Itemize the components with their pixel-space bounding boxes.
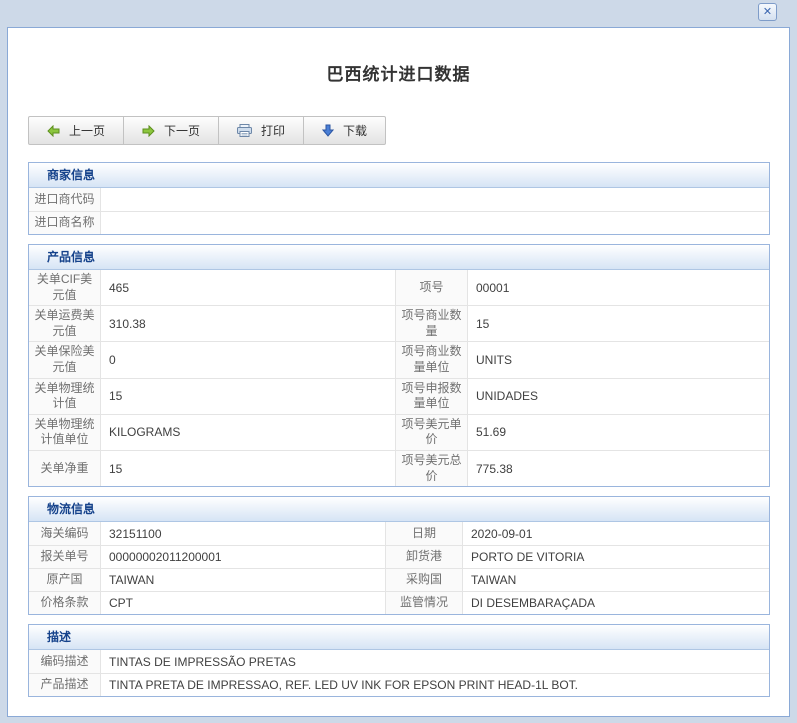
field-value-importer-name [101, 212, 769, 234]
field-value-price-terms: CPT [101, 592, 386, 614]
field-value-hs-code: 32151100 [101, 522, 386, 545]
field-value-discharge-port: PORTO DE VITORIA [463, 546, 769, 568]
table-row: 关单CIF美元值 465 项号 00001 [29, 270, 769, 305]
table-row: 原产国 TAIWAN 采购国 TAIWAN [29, 568, 769, 591]
field-value-freight-usd: 310.38 [101, 306, 396, 341]
section-merchant-info: 商家信息 进口商代码 进口商名称 [28, 162, 770, 235]
table-row: 海关编码 32151100 日期 2020-09-01 [29, 522, 769, 545]
next-page-label: 下一页 [164, 122, 200, 139]
field-label-regulatory-status: 监管情况 [386, 592, 463, 614]
field-value-date: 2020-09-01 [463, 522, 769, 545]
field-value-code-description: TINTAS DE IMPRESSÃO PRETAS [101, 650, 769, 673]
field-value-commercial-qty-unit: UNITS [468, 342, 769, 377]
field-label-purchase-country: 采购国 [386, 569, 463, 591]
field-value-purchase-country: TAIWAN [463, 569, 769, 591]
field-value-insurance-usd: 0 [101, 342, 396, 377]
section-product-info: 产品信息 关单CIF美元值 465 项号 00001 关单运费美元值 310.3… [28, 244, 770, 487]
field-label-net-weight: 关单净重 [29, 451, 101, 486]
prev-page-label: 上一页 [69, 122, 105, 139]
field-value-net-weight: 15 [101, 451, 396, 486]
close-icon: ✕ [763, 7, 772, 18]
field-label-usd-unit-price: 项号美元单价 [396, 415, 468, 450]
print-label: 打印 [261, 122, 285, 139]
table-row: 进口商名称 [29, 211, 769, 234]
field-label-item-no: 项号 [396, 270, 468, 305]
field-value-declaration-no: 00000002011200001 [101, 546, 386, 568]
field-label-commercial-qty: 项号商业数量 [396, 306, 468, 341]
field-label-freight-usd: 关单运费美元值 [29, 306, 101, 341]
prev-page-button[interactable]: 上一页 [29, 117, 124, 144]
arrow-left-green-icon [47, 125, 60, 137]
close-button[interactable]: ✕ [758, 3, 777, 21]
table-row: 进口商代码 [29, 188, 769, 211]
field-label-importer-code: 进口商代码 [29, 188, 101, 211]
field-label-declaration-no: 报关单号 [29, 546, 101, 568]
toolbar: 上一页 下一页 打印 下载 [28, 116, 386, 145]
table-row: 关单运费美元值 310.38 项号商业数量 15 [29, 305, 769, 341]
section-logistics-info: 物流信息 海关编码 32151100 日期 2020-09-01 报关单号 00… [28, 496, 770, 615]
field-value-usd-unit-price: 51.69 [468, 415, 769, 450]
table-row: 报关单号 00000002011200001 卸货港 PORTO DE VITO… [29, 545, 769, 568]
table-row: 关单净重 15 项号美元总价 775.38 [29, 450, 769, 486]
section-product-title: 产品信息 [29, 245, 769, 270]
section-merchant-title: 商家信息 [29, 163, 769, 188]
field-label-origin-country: 原产国 [29, 569, 101, 591]
field-label-hs-code: 海关编码 [29, 522, 101, 545]
dialog-panel: 巴西统计进口数据 上一页 下一页 打印 [7, 27, 790, 717]
section-description: 描述 编码描述 TINTAS DE IMPRESSÃO PRETAS 产品描述 … [28, 624, 770, 697]
field-value-usd-total-price: 775.38 [468, 451, 769, 486]
table-row: 关单保险美元值 0 项号商业数量单位 UNITS [29, 341, 769, 377]
field-label-physical-stat-unit: 关单物理统计值单位 [29, 415, 101, 450]
field-label-declared-qty-unit: 项号申报数量单位 [396, 379, 468, 414]
content-sections: 商家信息 进口商代码 进口商名称 产品信息 关单CIF美元值 465 项号 [28, 162, 770, 697]
field-value-declared-qty-unit: UNIDADES [468, 379, 769, 414]
next-page-button[interactable]: 下一页 [124, 117, 219, 144]
arrow-right-green-icon [142, 125, 155, 137]
download-button[interactable]: 下载 [304, 117, 385, 144]
table-row: 关单物理统计值 15 项号申报数量单位 UNIDADES [29, 378, 769, 414]
field-label-date: 日期 [386, 522, 463, 545]
field-label-usd-total-price: 项号美元总价 [396, 451, 468, 486]
field-label-product-description: 产品描述 [29, 674, 101, 696]
table-row: 关单物理统计值单位 KILOGRAMS 项号美元单价 51.69 [29, 414, 769, 450]
table-row: 价格条款 CPT 监管情况 DI DESEMBARAÇADA [29, 591, 769, 614]
field-value-physical-stat-unit: KILOGRAMS [101, 415, 396, 450]
printer-icon [237, 124, 252, 137]
field-label-commercial-qty-unit: 项号商业数量单位 [396, 342, 468, 377]
field-value-importer-code [101, 188, 769, 211]
field-label-discharge-port: 卸货港 [386, 546, 463, 568]
field-label-cif-usd: 关单CIF美元值 [29, 270, 101, 305]
field-value-item-no: 00001 [468, 270, 769, 305]
arrow-down-blue-icon [322, 124, 334, 137]
field-value-origin-country: TAIWAN [101, 569, 386, 591]
field-value-regulatory-status: DI DESEMBARAÇADA [463, 592, 769, 614]
field-value-physical-stat: 15 [101, 379, 396, 414]
field-value-product-description: TINTA PRETA DE IMPRESSAO, REF. LED UV IN… [101, 674, 769, 696]
field-label-physical-stat: 关单物理统计值 [29, 379, 101, 414]
table-row: 产品描述 TINTA PRETA DE IMPRESSAO, REF. LED … [29, 673, 769, 696]
page-title: 巴西统计进口数据 [8, 28, 789, 85]
field-label-code-description: 编码描述 [29, 650, 101, 673]
field-value-cif-usd: 465 [101, 270, 396, 305]
field-label-importer-name: 进口商名称 [29, 212, 101, 234]
section-description-title: 描述 [29, 625, 769, 650]
field-label-insurance-usd: 关单保险美元值 [29, 342, 101, 377]
section-logistics-title: 物流信息 [29, 497, 769, 522]
print-button[interactable]: 打印 [219, 117, 304, 144]
table-row: 编码描述 TINTAS DE IMPRESSÃO PRETAS [29, 650, 769, 673]
field-label-price-terms: 价格条款 [29, 592, 101, 614]
field-value-commercial-qty: 15 [468, 306, 769, 341]
download-label: 下载 [343, 122, 367, 139]
